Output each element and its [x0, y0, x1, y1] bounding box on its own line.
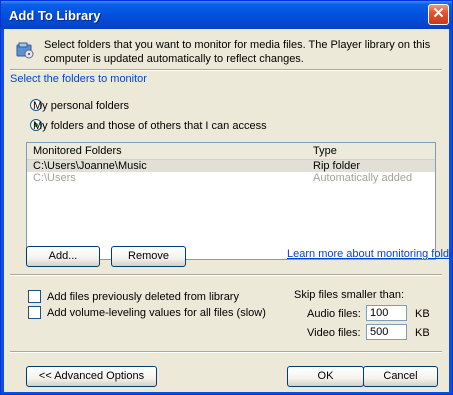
video-min-size-input[interactable]: 500: [366, 324, 407, 340]
table-row[interactable]: C:\Users Automatically added: [27, 172, 435, 184]
video-unit-label: KB: [415, 327, 430, 339]
folder-type: Automatically added: [313, 172, 413, 184]
add-folder-button[interactable]: Add...: [26, 246, 100, 267]
close-icon[interactable]: ✕: [428, 4, 449, 25]
monitored-folders-list[interactable]: Monitored Folders Type C:\Users\Joanne\M…: [26, 142, 436, 260]
title-bar[interactable]: Add To Library ✕: [1, 1, 452, 29]
checkbox-volume-leveling-label: Add volume-leveling values for all files…: [47, 307, 266, 319]
folder-media-icon: [16, 42, 34, 59]
learn-more-link[interactable]: Learn more about monitoring folders: [287, 248, 453, 260]
remove-folder-button[interactable]: Remove: [111, 246, 186, 267]
list-divider: [10, 274, 442, 276]
column-header-type[interactable]: Type: [313, 143, 337, 159]
checkbox[interactable]: [28, 306, 41, 319]
checkbox-deleted-files-label: Add files previously deleted from librar…: [47, 291, 239, 303]
column-header-folders[interactable]: Monitored Folders: [33, 143, 122, 159]
window-title: Add To Library: [9, 8, 101, 23]
monitor-section-label: Select the folders to monitor: [10, 73, 147, 85]
radio-all-folders-label: My folders and those of others that I ca…: [33, 120, 267, 132]
header-divider: [10, 69, 442, 71]
footer-divider: [10, 351, 442, 353]
audio-min-size-input[interactable]: 100: [366, 305, 407, 321]
audio-unit-label: KB: [415, 308, 430, 320]
cancel-button[interactable]: Cancel: [363, 366, 438, 387]
skip-files-label: Skip files smaller than:: [294, 289, 405, 301]
folder-path: C:\Users\Joanne\Music: [33, 160, 147, 172]
checkbox[interactable]: [28, 290, 41, 303]
audio-files-label: Audio files:: [307, 308, 361, 320]
add-to-library-dialog: Add To Library ✕ Select folders that you…: [0, 0, 453, 395]
advanced-options-button[interactable]: << Advanced Options: [26, 366, 157, 387]
folder-path: C:\Users: [33, 172, 76, 184]
folder-type: Rip folder: [313, 160, 361, 172]
video-files-label: Video files:: [307, 327, 361, 339]
radio-personal-folders-label: My personal folders: [33, 100, 129, 112]
ok-button[interactable]: OK: [287, 366, 364, 387]
list-header: Monitored Folders Type: [27, 143, 435, 160]
dialog-body: Select folders that you want to monitor …: [4, 29, 453, 392]
table-row[interactable]: C:\Users\Joanne\Music Rip folder: [27, 160, 435, 172]
header-description: Select folders that you want to monitor …: [44, 39, 431, 65]
